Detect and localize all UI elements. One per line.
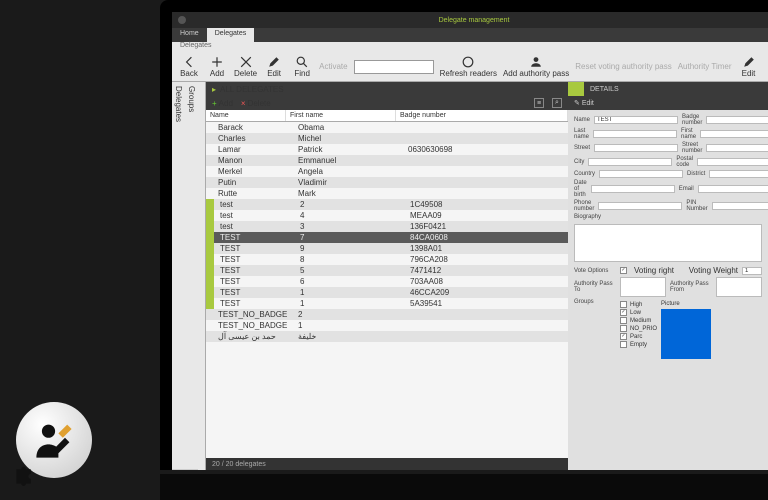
dob-field[interactable] [591, 185, 675, 193]
list-delete-button[interactable]: ×Delete [241, 99, 271, 108]
badge-status-dropdown[interactable] [354, 60, 434, 74]
picture-box[interactable] [661, 309, 711, 359]
group-checkbox[interactable]: Low [620, 309, 657, 316]
add-authority-button[interactable]: Add authority pass [503, 56, 569, 78]
streetnum-field[interactable] [706, 144, 768, 152]
table-row[interactable]: CharlesMichel [206, 133, 568, 144]
biography-field[interactable] [574, 224, 762, 262]
col-badge: Badge number [396, 110, 568, 121]
table-row[interactable]: test3136F0421 [206, 221, 568, 232]
groups-list[interactable]: HighLowMediumNO_PRIOParcEmpty [620, 301, 657, 359]
country-field[interactable] [599, 170, 683, 178]
table-row[interactable]: TEST_NO_BADGE1 [206, 320, 568, 331]
group-checkbox[interactable]: Medium [620, 317, 657, 324]
table-row[interactable]: PutinVladimir [206, 177, 568, 188]
list-header: ▸ALL DELEGATES [206, 82, 568, 96]
search-icon[interactable]: ⌕ [552, 98, 562, 108]
table-row[interactable]: LamarPatrick0630630698 [206, 144, 568, 155]
details-header: DETAILS [584, 86, 625, 93]
app-title: Delegate management [439, 17, 510, 24]
table-row[interactable]: BarackObama [206, 122, 568, 133]
filter-icon[interactable]: ≡ [534, 98, 544, 108]
group-checkbox[interactable]: Parc [620, 333, 657, 340]
table-row[interactable]: حمد بن عيسى آلخليفة [206, 331, 568, 342]
col-name: Name [206, 110, 286, 121]
product-logo [16, 402, 98, 484]
voting-right-checkbox[interactable] [620, 267, 627, 274]
activate-button: Activate [319, 62, 347, 71]
name-field[interactable] [594, 116, 678, 124]
firstname-field[interactable] [700, 130, 768, 138]
table-row[interactable]: MerkelAngela [206, 166, 568, 177]
phone-field[interactable] [598, 202, 682, 210]
badge-field[interactable] [706, 116, 768, 124]
sidebar-item-groups[interactable]: Groups [185, 82, 198, 470]
table-row[interactable]: RutteMark [206, 188, 568, 199]
reset-voting-button: Reset voting authority pass [575, 62, 672, 71]
table-row[interactable]: TEST6703AA08 [206, 276, 568, 287]
table-row[interactable]: TEST57471412 [206, 265, 568, 276]
table-row[interactable]: TEST146CCA209 [206, 287, 568, 298]
add-button[interactable]: Add [206, 56, 228, 78]
details-edit-button[interactable]: ✎ Edit [574, 99, 594, 107]
refresh-readers-button[interactable]: Refresh readers [440, 56, 497, 78]
group-checkbox[interactable]: Empty [620, 341, 657, 348]
table-row[interactable]: TEST784CA0608 [206, 232, 568, 243]
district-field[interactable] [709, 170, 768, 178]
table-row[interactable]: ManonEmmanuel [206, 155, 568, 166]
street-field[interactable] [594, 144, 678, 152]
tab-home[interactable]: Home [172, 28, 207, 42]
edit-button[interactable]: Edit [263, 56, 285, 78]
details-form: NameBadge number Last nameFirst name Str… [568, 110, 768, 470]
group-checkbox[interactable]: High [620, 301, 657, 308]
main-tabs: Home Delegates [172, 28, 768, 42]
toolbar: Back Add Delete Edit Find Activate Refre… [172, 52, 768, 82]
table-row[interactable]: TEST8796CA208 [206, 254, 568, 265]
edit-ext-button[interactable]: Edit [738, 56, 760, 78]
sidebar-item-delegates[interactable]: Delegates [172, 82, 185, 470]
pin-field[interactable] [712, 202, 768, 210]
table-row[interactable]: test21C49508 [206, 199, 568, 210]
status-bar: 20 / 20 delegates [206, 458, 568, 470]
table-row[interactable]: TEST15A39541 [206, 298, 568, 309]
list-add-button[interactable]: +Add [212, 99, 233, 108]
puzzle-icon [14, 462, 38, 486]
delegate-list[interactable]: BarackObamaCharlesMichelLamarPatrick0630… [206, 122, 568, 458]
find-button[interactable]: Find [291, 56, 313, 78]
email-field[interactable] [698, 185, 768, 193]
city-field[interactable] [588, 158, 672, 166]
group-checkbox[interactable]: NO_PRIO [620, 325, 657, 332]
titlebar: Delegate management [172, 12, 768, 28]
pass-from-area[interactable] [716, 277, 762, 297]
delete-button[interactable]: Delete [234, 56, 257, 78]
table-row[interactable]: TEST91398A01 [206, 243, 568, 254]
back-button[interactable]: Back [178, 56, 200, 78]
table-row[interactable]: TEST_NO_BADGE2 [206, 309, 568, 320]
table-row[interactable]: test4MEAA09 [206, 210, 568, 221]
postal-field[interactable] [697, 158, 768, 166]
tab-delegates[interactable]: Delegates [207, 28, 255, 42]
col-firstname: First name [286, 110, 396, 121]
sidebar: Delegates Groups [172, 82, 206, 470]
window-menu-icon[interactable] [178, 16, 186, 24]
voting-weight-field[interactable] [742, 267, 762, 275]
pass-to-area[interactable] [620, 277, 666, 297]
column-headers[interactable]: Name First name Badge number [206, 110, 568, 122]
subtab-label: Delegates [172, 42, 768, 52]
lastname-field[interactable] [593, 130, 677, 138]
authority-timer-button: Authority Timer [678, 62, 732, 71]
